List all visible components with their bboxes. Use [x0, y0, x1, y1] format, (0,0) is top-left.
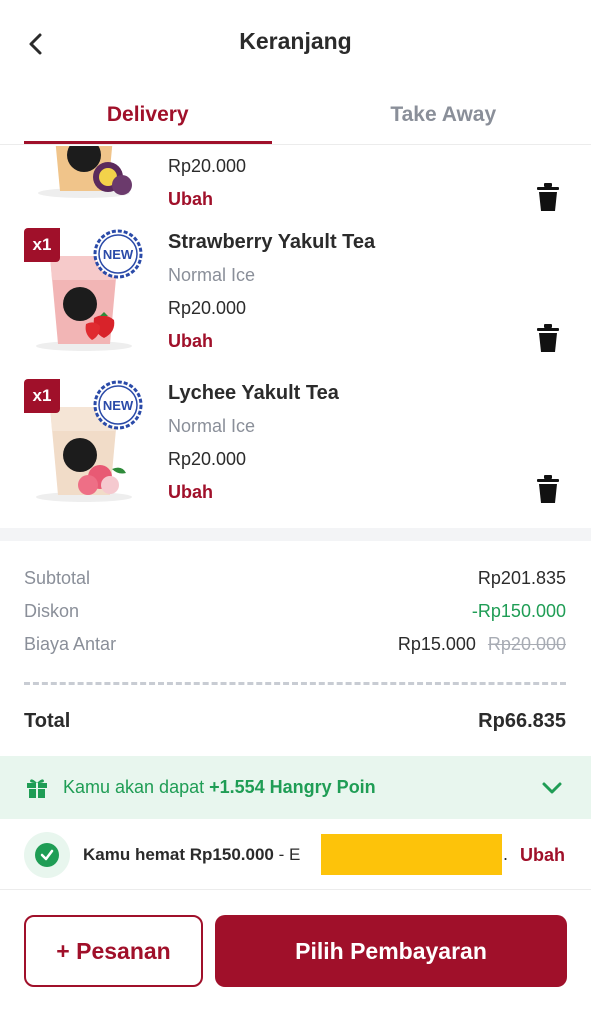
item-name: Strawberry Yakult Tea	[168, 231, 376, 253]
trash-icon[interactable]	[536, 324, 560, 352]
tab-delivery[interactable]: Delivery	[0, 88, 296, 144]
subtotal-label: Subtotal	[24, 568, 91, 588]
savings-amount: Kamu hemat Rp150.000	[83, 845, 274, 864]
promo-name: - E	[273, 845, 301, 864]
check-icon-wrapper	[24, 832, 70, 878]
trash-icon[interactable]	[536, 183, 560, 211]
section-divider	[0, 528, 591, 541]
points-text: Kamu akan dapat +1.554 Hangry Poin	[63, 777, 376, 798]
chevron-down-icon[interactable]	[540, 778, 564, 798]
delivery-fee-value: Rp15.000	[397, 634, 476, 654]
page-title: Keranjang	[239, 28, 352, 54]
item-edit-link[interactable]: Ubah	[168, 331, 213, 352]
item-name: Lychee Yakult Tea	[168, 382, 339, 404]
product-image	[38, 146, 132, 198]
quantity-badge: x1	[24, 228, 60, 262]
promo-name-end: .	[503, 844, 509, 864]
item-option: Normal Ice	[168, 416, 256, 436]
item-price: Rp20.000	[168, 298, 247, 318]
item-edit-link[interactable]: Ubah	[168, 482, 213, 503]
promo-edit-link[interactable]: Ubah	[520, 845, 565, 866]
item-price: Rp20.000	[168, 156, 247, 176]
choose-payment-button[interactable]: Pilih Pembayaran	[215, 915, 567, 987]
tab-take-away[interactable]: Take Away	[296, 88, 591, 144]
trash-icon[interactable]	[536, 475, 560, 503]
add-order-button[interactable]: + Pesanan	[24, 915, 203, 987]
delivery-fee-row: Biaya Antar Rp15.000 Rp20.000	[24, 634, 566, 658]
item-option: Normal Ice	[168, 265, 256, 285]
savings-text: Kamu hemat Rp150.000 - E	[83, 845, 300, 865]
item-edit-link[interactable]: Ubah	[168, 189, 213, 210]
new-badge: NEW	[103, 398, 134, 413]
delivery-fee-label: Biaya Antar	[24, 634, 117, 654]
redaction-block	[321, 834, 502, 875]
dashed-divider	[24, 682, 566, 685]
check-icon	[40, 849, 54, 861]
discount-row: Diskon -Rp150.000	[24, 601, 566, 625]
subtotal-row: Subtotal Rp201.835	[24, 568, 566, 592]
quantity-badge: x1	[24, 379, 60, 413]
gift-icon	[27, 779, 47, 798]
discount-label: Diskon	[24, 601, 80, 621]
check-circle-icon	[35, 843, 59, 867]
delivery-fee-original: Rp20.000	[487, 634, 566, 654]
order-type-tabs: Delivery Take Away	[0, 88, 591, 145]
cart-item: NEW x1 Strawberry Yakult Tea Normal Ice …	[0, 226, 591, 376]
item-price: Rp20.000	[168, 449, 247, 469]
points-prefix: Kamu akan dapat	[63, 777, 210, 797]
discount-value: -Rp150.000	[471, 601, 566, 621]
total-value: Rp66.835	[478, 710, 566, 732]
header: Keranjang	[0, 0, 591, 88]
savings-row: Kamu hemat Rp150.000 - E . Ubah	[0, 820, 591, 890]
points-amount: +1.554 Hangry Poin	[209, 777, 376, 797]
cart-item: NEW x1 Lychee Yakult Tea Normal Ice Rp20…	[0, 377, 591, 527]
cart-item: Rp20.000 Ubah	[0, 146, 591, 211]
subtotal-value: Rp201.835	[477, 568, 566, 588]
delivery-fee-values: Rp15.000 Rp20.000	[398, 634, 566, 655]
new-badge: NEW	[103, 247, 134, 262]
total-label: Total	[24, 710, 71, 732]
active-tab-indicator	[24, 141, 272, 144]
points-banner[interactable]: Kamu akan dapat +1.554 Hangry Poin	[0, 756, 591, 819]
cart-list[interactable]: Rp20.000 Ubah NEW x1 Strawberry Yakult T…	[0, 146, 591, 528]
